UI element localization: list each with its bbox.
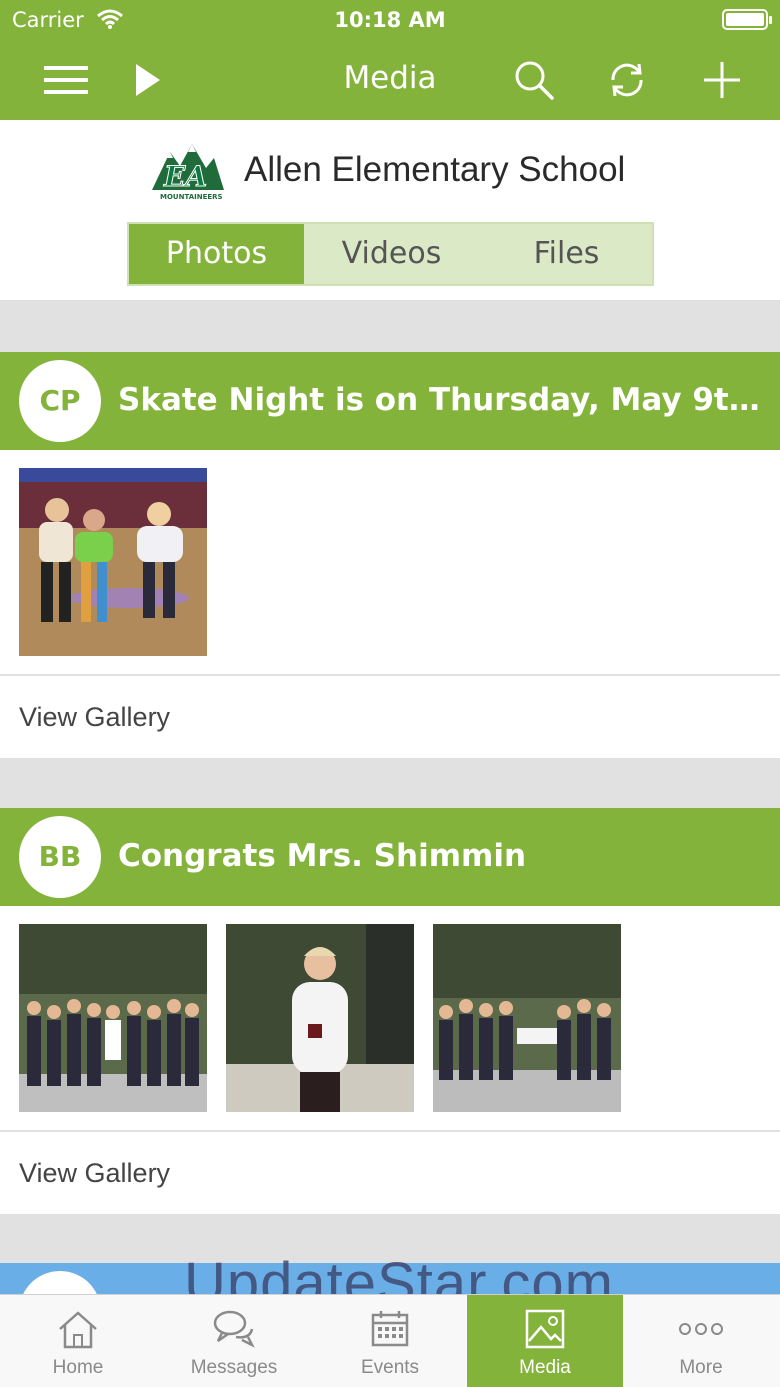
- tab-photos[interactable]: Photos: [129, 224, 304, 284]
- post-photos: [0, 906, 780, 1130]
- school-logo: EA MOUNTAINEERS: [150, 138, 226, 204]
- clock: 10:18 AM: [334, 8, 446, 32]
- tab-messages-label: Messages: [190, 1357, 278, 1378]
- avatar: BB: [19, 816, 101, 898]
- post-title: Congrats Mrs. Shimmin: [118, 838, 527, 874]
- view-gallery-button[interactable]: View Gallery: [0, 1130, 780, 1214]
- battery-icon: [722, 9, 772, 30]
- photo-thumbnail[interactable]: [19, 468, 207, 656]
- top-bar: Carrier 10:18 AM Media: [0, 0, 780, 120]
- tab-events[interactable]: Events: [312, 1295, 468, 1387]
- post-title: Skate Night is on Thursday, May 9th fr..…: [118, 382, 768, 418]
- post-header[interactable]: BB Congrats Mrs. Shimmin: [0, 808, 780, 906]
- tab-more[interactable]: More: [623, 1295, 779, 1387]
- tab-more-label: More: [679, 1357, 723, 1378]
- tab-messages[interactable]: Messages: [156, 1295, 312, 1387]
- add-icon[interactable]: [700, 58, 744, 102]
- media-type-tabs: Photos Videos Files: [127, 222, 654, 286]
- photo-thumbnail[interactable]: [19, 924, 207, 1112]
- status-bar: Carrier 10:18 AM: [0, 0, 780, 40]
- photo-thumbnail[interactable]: [226, 924, 414, 1112]
- page-title: Media: [343, 60, 437, 96]
- post-header[interactable]: CP Skate Night is on Thursday, May 9th f…: [0, 352, 780, 450]
- tab-home-label: Home: [52, 1357, 104, 1378]
- tab-events-label: Events: [360, 1357, 420, 1378]
- messages-icon: [213, 1310, 255, 1348]
- view-gallery-label: View Gallery: [19, 702, 171, 732]
- view-gallery-label: View Gallery: [19, 1158, 171, 1188]
- tab-media[interactable]: Media: [467, 1295, 623, 1387]
- more-icon: [679, 1323, 723, 1335]
- avatar: CP: [19, 360, 101, 442]
- search-icon[interactable]: [512, 58, 556, 102]
- photo-thumbnail[interactable]: [433, 924, 621, 1112]
- tab-files[interactable]: Files: [479, 224, 654, 284]
- image-icon: [525, 1309, 565, 1349]
- refresh-icon[interactable]: [605, 58, 649, 102]
- logo-monogram: EA: [163, 160, 207, 193]
- home-icon: [59, 1311, 97, 1349]
- school-name: Allen Elementary School: [244, 150, 626, 189]
- school-header: EA MOUNTAINEERS Allen Elementary School …: [0, 120, 780, 302]
- nav-bar: Media: [0, 40, 780, 120]
- section-divider: [0, 758, 780, 808]
- tab-media-label: Media: [519, 1357, 571, 1378]
- post-photos: [0, 450, 780, 674]
- tab-home[interactable]: Home: [0, 1295, 156, 1387]
- section-divider: [0, 302, 780, 352]
- calendar-icon: [371, 1311, 409, 1347]
- view-gallery-button[interactable]: View Gallery: [0, 674, 780, 758]
- tab-videos[interactable]: Videos: [304, 224, 479, 284]
- logo-subtext: MOUNTAINEERS: [160, 193, 223, 201]
- bottom-tab-bar: Home Messages Events Media More: [0, 1294, 780, 1387]
